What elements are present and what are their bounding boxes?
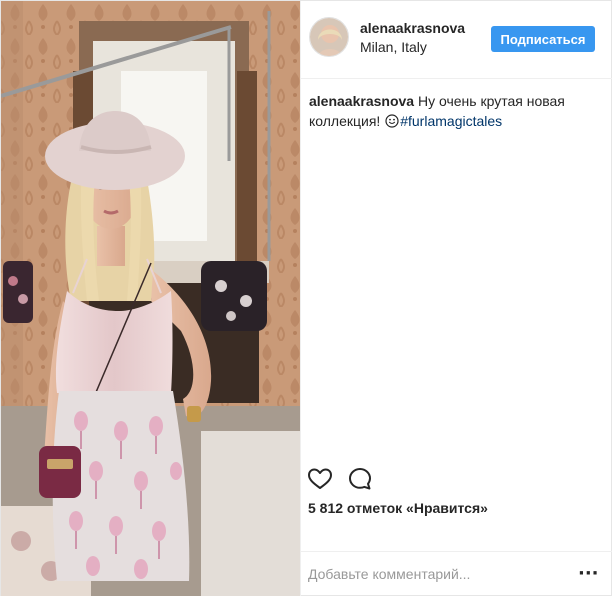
heart-outline-icon — [308, 468, 332, 489]
post-header: alenaakrasnova Milan, Italy Подписаться — [301, 1, 612, 79]
more-options-button[interactable]: ··· — [578, 563, 599, 584]
post-location[interactable]: Milan, Italy — [360, 39, 427, 55]
post-photo-illustration — [1, 1, 300, 596]
like-button[interactable] — [307, 465, 335, 493]
post-username[interactable]: alenaakrasnova — [360, 20, 465, 36]
comment-area: ··· — [301, 551, 612, 596]
instagram-post: alenaakrasnova Milan, Italy Подписаться … — [0, 0, 612, 596]
comment-bubble-icon — [349, 468, 371, 490]
smiling-face-emoji-icon — [385, 114, 399, 128]
likes-count[interactable]: 5 812 отметок «Нравится» — [308, 500, 488, 516]
comment-button[interactable] — [347, 465, 375, 493]
avatar-image — [310, 18, 348, 56]
follow-button[interactable]: Подписаться — [491, 26, 595, 52]
caption-hashtag[interactable]: #furlamagictales — [400, 113, 502, 129]
more-options-icon: ··· — [578, 563, 599, 584]
post-caption: alenaakrasnova Ну очень крутая новая кол… — [309, 91, 601, 131]
post-photo[interactable] — [1, 1, 300, 596]
post-side-panel: alenaakrasnova Milan, Italy Подписаться … — [300, 1, 612, 596]
comment-input[interactable] — [308, 564, 568, 584]
caption-username[interactable]: alenaakrasnova — [309, 93, 414, 109]
avatar[interactable] — [309, 17, 349, 57]
